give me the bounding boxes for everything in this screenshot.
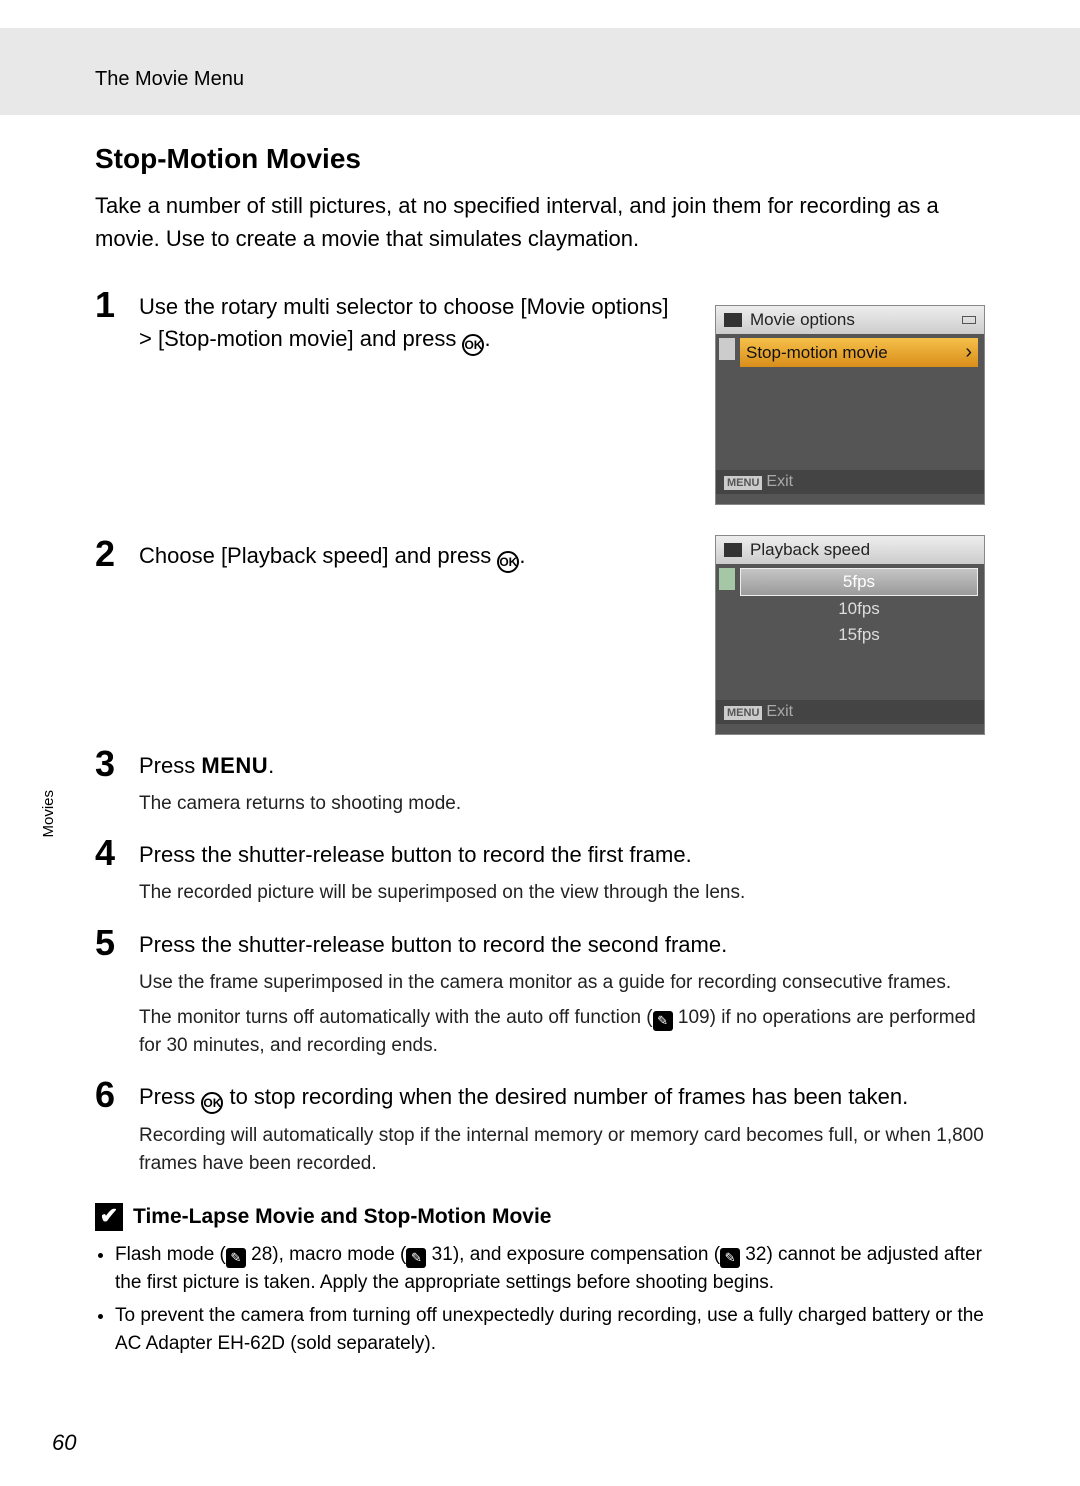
manual-page: The Movie Menu Stop-Motion Movies Take a… [0,0,1080,1486]
lcd-footer-text: Exit [766,703,793,720]
subtext-pre: The monitor turns off automatically with… [139,1007,653,1028]
step-3: 3 Press MENU. The camera returns to shoo… [95,746,985,817]
page-ref-number: 109 [673,1007,710,1028]
step-4: 4 Press the shutter-release button to re… [95,835,985,906]
step-subtext: Use the frame superimposed in the camera… [139,969,985,997]
step-number: 4 [95,835,139,871]
note-section: ✔ Time-Lapse Movie and Stop-Motion Movie… [95,1203,985,1357]
step-text-post: . [484,326,490,351]
step-number: 3 [95,746,139,782]
lcd-check-icon [719,568,735,590]
lcd-screen-playback-speed: Playback speed 5fps 10fps 15fps MENU Exit [715,535,985,735]
step-5: 5 Press the shutter-release button to re… [95,925,985,1060]
step-6: 6 Press OK to stop recording when the de… [95,1077,985,1177]
lcd-title: Movie options [750,310,855,330]
note-title: Time-Lapse Movie and Stop-Motion Movie [133,1205,551,1229]
section-title: Stop-Motion Movies [95,143,985,175]
lcd-footer-text: Exit [766,473,793,490]
step-text-post: . [268,753,274,778]
lcd-menu-item-selected: 5fps [740,568,978,596]
note-text: Flash mode ( [115,1244,226,1265]
menu-box-icon: MENU [724,476,762,490]
lcd-screen-movie-options: Movie options Stop-motion movie › MENU Ex… [715,305,985,505]
lcd-body: 5fps 10fps 15fps [716,564,984,700]
step-instruction: Choose [Playback speed] and press OK. [139,540,679,573]
step-instruction: Press MENU. [139,750,985,782]
step-number: 2 [95,536,139,572]
lcd-title: Playback speed [750,540,870,560]
step-subtext: The camera returns to shooting mode. [139,790,985,818]
lcd-menu-item: 10fps [740,596,978,622]
lcd-menu-item-selected: Stop-motion movie › [740,338,978,367]
note-item: Flash mode (✎ 28), macro mode (✎ 31), an… [115,1241,985,1296]
lcd-title-bar: Movie options [716,306,984,334]
lcd-body: Stop-motion movie › [716,334,984,470]
section-intro: Take a number of still pictures, at no s… [95,189,985,255]
lcd-thumb-icon [719,338,735,360]
breadcrumb: The Movie Menu [95,68,1080,91]
note-list: Flash mode (✎ 28), macro mode (✎ 31), an… [95,1241,985,1357]
note-item: To prevent the camera from turning off u… [115,1302,985,1357]
step-text-pre: Choose [Playback speed] and press [139,543,497,568]
menu-box-icon: MENU [724,706,762,720]
page-ref-icon: ✎ [406,1248,426,1268]
note-text: ), macro mode ( [272,1244,406,1265]
lcd-item-label: Stop-motion movie [746,343,888,363]
page-ref-icon: ✎ [653,1011,673,1031]
page-ref-number: 31 [426,1244,452,1265]
note-text: ), and exposure compensation ( [453,1244,720,1265]
step-text-post: . [519,543,525,568]
checkmark-icon: ✔ [95,1203,123,1231]
ok-icon: OK [497,551,519,573]
side-tab-label: Movies [40,790,57,838]
step-text-pre: Press [139,1084,201,1109]
step-text-pre: Press [139,753,201,778]
step-number: 6 [95,1077,139,1113]
page-ref-number: 32 [740,1244,766,1265]
page-header: The Movie Menu [0,28,1080,115]
step-subtext: Recording will automatically stop if the… [139,1122,985,1177]
step-text-pre: Use the rotary multi selector to choose … [139,294,668,351]
chevron-right-icon: › [965,341,972,364]
step-instruction: Press the shutter-release button to reco… [139,839,985,871]
step-instruction: Press the shutter-release button to reco… [139,929,985,961]
menu-label: MENU [201,753,268,778]
ok-icon: OK [201,1092,223,1114]
step-number: 1 [95,287,139,323]
movie-camera-icon [724,543,742,557]
step-number: 5 [95,925,139,961]
page-number: 60 [52,1430,76,1456]
page-ref-icon: ✎ [226,1248,246,1268]
step-instruction: Press OK to stop recording when the desi… [139,1081,985,1114]
lcd-footer: MENU Exit [716,470,984,494]
battery-icon [962,316,976,324]
step-subtext: The recorded picture will be superimpose… [139,879,985,907]
page-ref-icon: ✎ [720,1248,740,1268]
lcd-title-bar: Playback speed [716,536,984,564]
movie-camera-icon [724,313,742,327]
page-ref-number: 28 [246,1244,272,1265]
lcd-menu-item: 15fps [740,622,978,648]
step-subtext: The monitor turns off automatically with… [139,1004,985,1059]
ok-icon: OK [462,334,484,356]
step-instruction: Use the rotary multi selector to choose … [139,291,679,356]
lcd-footer: MENU Exit [716,700,984,724]
step-text-post: to stop recording when the desired numbe… [223,1084,908,1109]
